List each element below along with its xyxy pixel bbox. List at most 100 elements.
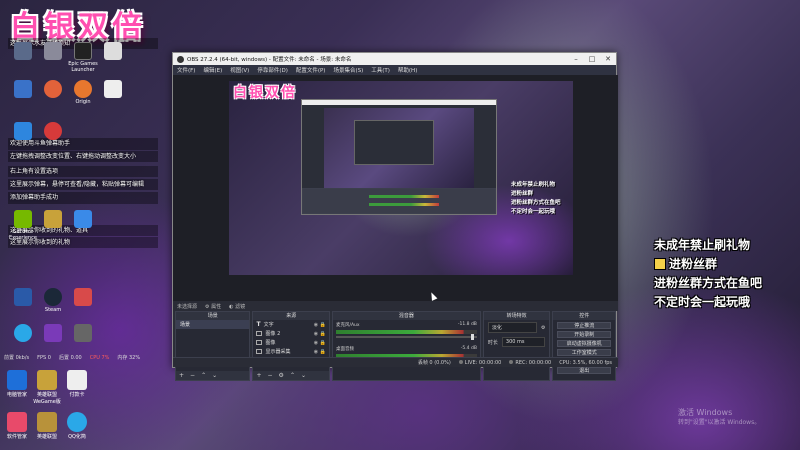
- desktop-icon[interactable]: [38, 324, 68, 343]
- eye-icon[interactable]: ◉ 🔒: [314, 349, 326, 355]
- rec-dot-icon: [509, 359, 514, 364]
- stream-overlay-text: 未成年禁止刷礼物 进粉丝群 进粉丝群方式在鱼吧 不定时会一起玩哦: [654, 236, 762, 312]
- obs-title-bar[interactable]: OBS 27.2.4 (64-bit, windows) - 配置文件: 未命名…: [173, 53, 616, 65]
- live-status: LIVE: 00:00:00: [458, 359, 501, 366]
- desktop-icon[interactable]: 英雄联盟 WeGame版: [32, 370, 62, 405]
- pc-manager-icon: [7, 370, 27, 390]
- image-icon: [256, 331, 263, 336]
- menu-tools[interactable]: 工具(T): [371, 66, 390, 74]
- desktop-icon[interactable]: [38, 80, 68, 99]
- source-toolbar: 未选择源 ⚙ 属性 ◐ 滤镜: [173, 301, 618, 311]
- overlay-line: 进粉丝群: [654, 255, 762, 274]
- preview-canvas[interactable]: 白银双倍 未成年禁止刷礼物 进粉丝群 进粉丝群方式在鱼吧 不定时会一起玩哦: [229, 81, 573, 275]
- menu-file[interactable]: 文件(F): [177, 66, 195, 74]
- exit-button[interactable]: 退出: [557, 367, 611, 374]
- desktop-icon[interactable]: 软件管家: [2, 412, 32, 440]
- transition-select[interactable]: 淡化: [487, 322, 537, 333]
- add-icon[interactable]: +: [256, 372, 261, 379]
- eye-icon[interactable]: ◉ 🔒: [314, 331, 326, 337]
- desktop-icon[interactable]: [38, 122, 68, 141]
- window-title: OBS 27.2.4 (64-bit, windows) - 配置文件: 未命名…: [187, 57, 352, 63]
- sources-header: 来源: [253, 312, 329, 320]
- move-up-icon[interactable]: ⌃: [201, 372, 206, 379]
- transitions-header: 转场特效: [483, 312, 550, 320]
- menu-help[interactable]: 帮助(H): [398, 66, 417, 74]
- menu-profile[interactable]: 配置文件(P): [296, 66, 326, 74]
- menu-edit[interactable]: 编辑(E): [203, 66, 222, 74]
- virtual-camera-button[interactable]: 启动虚拟摄像机: [557, 340, 611, 347]
- remove-icon[interactable]: −: [190, 372, 195, 379]
- remove-icon[interactable]: −: [268, 372, 273, 379]
- image-icon: [256, 340, 263, 345]
- gear-icon[interactable]: ⚙: [541, 325, 545, 331]
- desktop-icon[interactable]: [68, 324, 98, 343]
- eye-icon[interactable]: ◉ 🔒: [314, 340, 326, 346]
- menu-view[interactable]: 视图(V): [230, 66, 249, 74]
- desktop-icon[interactable]: Steam: [38, 288, 68, 313]
- app-icon: [44, 80, 62, 98]
- filters-button[interactable]: ◐ 滤镜: [229, 303, 245, 310]
- geforce-icon: [14, 210, 32, 228]
- recycle-bin-icon: [44, 42, 62, 60]
- source-item[interactable]: T 文字 ◉ 🔒: [253, 320, 328, 329]
- desktop-icon[interactable]: [8, 80, 38, 99]
- scenes-dock: 场景 场景 + − ⌃ ⌄: [175, 311, 251, 381]
- move-down-icon[interactable]: ⌄: [301, 372, 306, 379]
- scene-item[interactable]: 场景: [176, 320, 250, 329]
- epic-games-icon: [74, 42, 92, 60]
- desktop-icon[interactable]: [38, 210, 68, 229]
- gear-icon[interactable]: ⚙: [279, 372, 284, 379]
- menu-docks[interactable]: 停靠部件(D): [257, 66, 288, 74]
- perf-monitor: 前置 0kb/s FPS 0 后置 0.00 CPU 7% 内存 32%: [4, 355, 141, 361]
- desktop-icon[interactable]: Epic Games Launcher: [68, 42, 98, 73]
- cpu-status: CPU: 3.5%, 60.00 fps: [559, 359, 612, 366]
- source-item[interactable]: 图像 2 ◉ 🔒: [253, 329, 328, 338]
- software-manager-icon: [7, 412, 27, 432]
- volume-slider[interactable]: [335, 334, 477, 340]
- properties-button[interactable]: ⚙ 属性: [205, 303, 221, 310]
- desktop-icon[interactable]: QQ化简: [62, 412, 92, 440]
- qq-icon: [67, 412, 87, 432]
- desktop-icon[interactable]: [8, 122, 38, 141]
- desktop-icon[interactable]: [8, 42, 38, 61]
- dropped-frames: 丢帧 0 (0.0%): [417, 360, 451, 366]
- move-down-icon[interactable]: ⌄: [212, 372, 217, 379]
- pencil-icon: [654, 258, 666, 270]
- desktop-icon[interactable]: 英雄联盟: [32, 412, 62, 440]
- desktop-icon[interactable]: 电脑管家: [2, 370, 32, 398]
- studio-mode-button[interactable]: 工作室模式: [557, 349, 611, 356]
- mixer-channel: 麦克风/Aux -11.8 dB: [333, 320, 480, 340]
- close-icon[interactable]: ✕: [600, 55, 616, 63]
- minimize-icon[interactable]: –: [568, 55, 584, 63]
- duration-input[interactable]: 300 ms: [501, 337, 546, 347]
- desktop-icon[interactable]: [38, 42, 68, 61]
- desktop-icon[interactable]: [98, 42, 128, 61]
- move-up-icon[interactable]: ⌃: [290, 372, 295, 379]
- desktop-icon[interactable]: Origin: [68, 80, 98, 105]
- overlay-line: 进粉丝群方式在鱼吧: [654, 276, 763, 290]
- note: 添加弹幕助手成功: [8, 192, 158, 204]
- desktop-icon[interactable]: [8, 324, 38, 343]
- stop-streaming-button[interactable]: 停止推流: [557, 322, 611, 329]
- source-item[interactable]: 图像 ◉ 🔒: [253, 338, 328, 347]
- desktop-icon[interactable]: 付款卡: [62, 370, 92, 398]
- desktop-icon[interactable]: [68, 288, 98, 307]
- app-icon: [14, 122, 32, 140]
- eye-icon[interactable]: ◉ 🔒: [314, 322, 326, 328]
- source-item[interactable]: 显示器采集 ◉ 🔒: [253, 347, 328, 356]
- app-icon: [44, 324, 62, 342]
- start-recording-button[interactable]: 开始录制: [557, 331, 611, 338]
- text-icon: T: [256, 321, 261, 328]
- note: 左键拖拽调整改变位置、右键拖动调整改变大小: [8, 150, 158, 162]
- desktop-icon[interactable]: [68, 210, 98, 229]
- controls-header: 控件: [553, 312, 615, 320]
- menu-scene-collection[interactable]: 场景集合(S): [333, 66, 363, 74]
- add-icon[interactable]: +: [179, 372, 184, 379]
- maximize-icon[interactable]: □: [584, 55, 600, 63]
- desktop-icon[interactable]: [8, 288, 38, 307]
- desktop-icon[interactable]: GeForce Experience: [8, 210, 38, 241]
- desktop-icon[interactable]: [98, 80, 128, 99]
- note: 右上角有设置选项: [8, 165, 158, 178]
- obs-window[interactable]: OBS 27.2.4 (64-bit, windows) - 配置文件: 未命名…: [172, 52, 618, 381]
- preview-area[interactable]: 白银双倍 未成年禁止刷礼物 进粉丝群 进粉丝群方式在鱼吧 不定时会一起玩哦 未选…: [173, 75, 618, 381]
